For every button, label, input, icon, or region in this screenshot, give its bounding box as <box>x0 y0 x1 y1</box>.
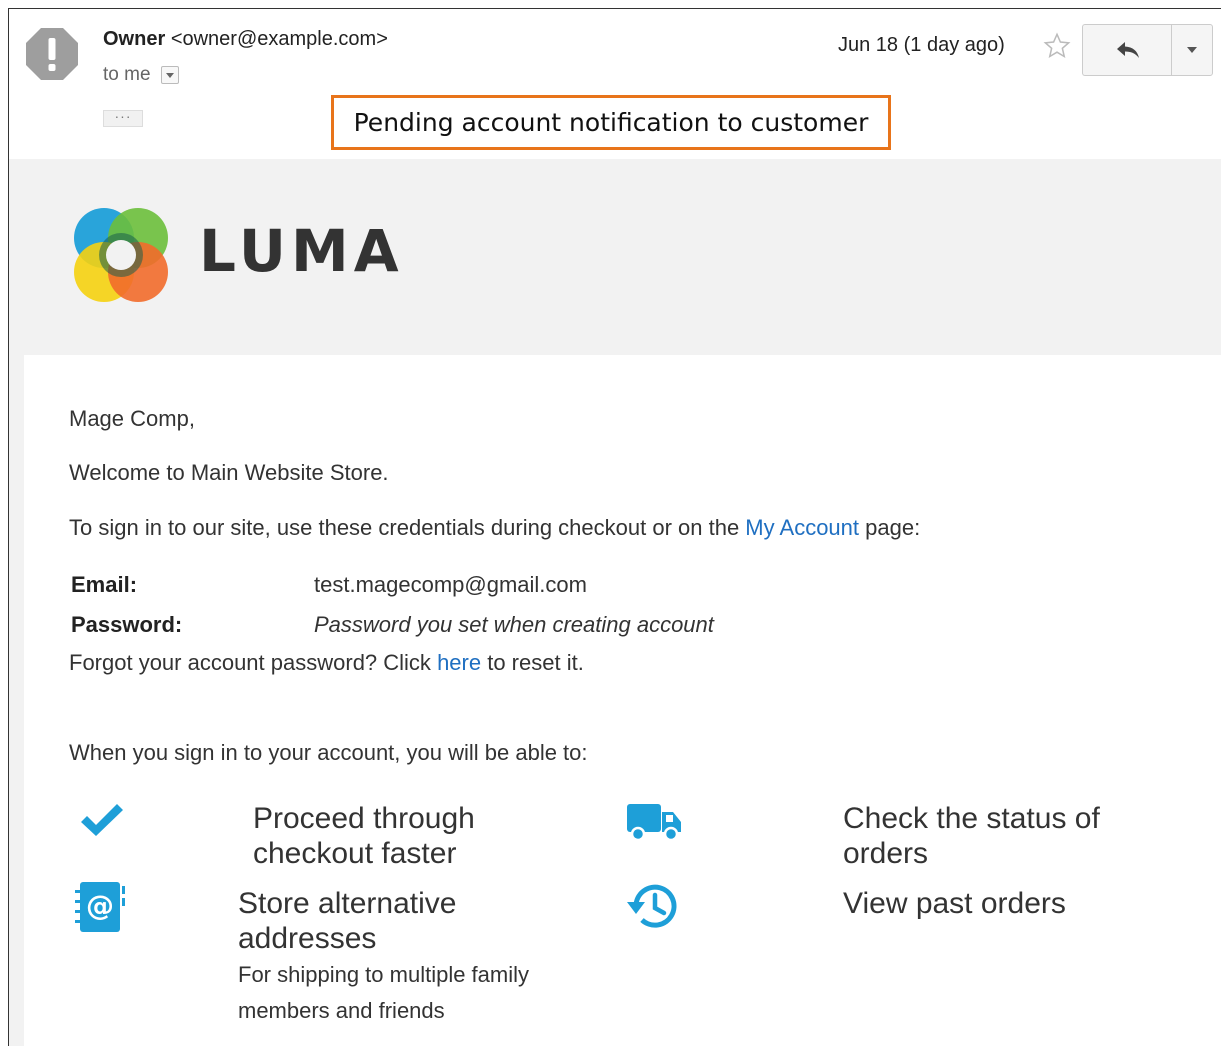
feature-checkout-line1: Proceed through <box>253 802 475 835</box>
signin-prefix: To sign in to our site, use these creden… <box>69 515 746 540</box>
reply-button[interactable] <box>1082 24 1172 76</box>
feature-addresses-sub2: members and friends <box>238 998 445 1023</box>
chevron-down-icon <box>1187 47 1197 53</box>
signin-instructions: To sign in to our site, use these creden… <box>69 515 920 541</box>
feature-checkout-title: Proceed through checkout faster <box>253 801 475 871</box>
feature-past-orders-title: View past orders <box>843 887 1066 920</box>
to-me-label: to me <box>103 64 151 85</box>
feature-addresses-line2: addresses <box>238 922 377 955</box>
feature-status-line2: orders <box>843 837 929 870</box>
sender-line[interactable]: Owner <owner@example.com> <box>103 28 388 51</box>
recipient-details-dropdown-icon[interactable] <box>160 66 179 84</box>
password-value: Password you set when creating account <box>314 612 714 637</box>
my-account-link[interactable]: My Account <box>745 515 859 540</box>
annotation-callout: Pending account notification to customer <box>331 95 891 150</box>
forgot-password-text: Forgot your account password? Click here… <box>69 650 584 676</box>
email-value-link[interactable]: test.magecomp@gmail.com <box>314 572 587 598</box>
history-icon <box>626 880 680 937</box>
able-to-text: When you sign in to your account, you wi… <box>69 740 588 765</box>
password-label: Password: <box>71 612 183 637</box>
sender-name: Owner <box>103 28 166 50</box>
greeting: Mage Comp, <box>69 406 195 431</box>
luma-logo-icon <box>71 205 171 305</box>
address-book-icon: @ <box>72 880 128 939</box>
feature-status-line1: Check the status of <box>843 802 1100 835</box>
email-logo-header: LUMA <box>9 159 1221 355</box>
feature-checkout-line2: checkout faster <box>253 837 457 870</box>
truck-icon <box>626 802 682 847</box>
checkmark-icon <box>78 800 124 847</box>
signin-suffix: page: <box>859 515 921 540</box>
email-body <box>24 355 1221 1046</box>
warning-avatar-icon <box>24 26 80 82</box>
svg-text:@: @ <box>86 889 114 922</box>
star-icon[interactable] <box>1043 32 1071 60</box>
feature-addresses-line1: Store alternative <box>238 887 457 920</box>
reply-icon <box>1116 42 1139 58</box>
forgot-suffix: to reset it. <box>481 650 584 675</box>
feature-status-title: Check the status of orders <box>843 801 1100 871</box>
recipient-line[interactable]: to me <box>103 64 179 86</box>
welcome-text: Welcome to Main Website Store. <box>69 460 389 485</box>
feature-addresses-sub1: For shipping to multiple family <box>238 962 530 987</box>
forgot-prefix: Forgot your account password? Click <box>69 650 438 675</box>
reset-password-link[interactable]: here <box>437 650 481 675</box>
show-trimmed-content-button[interactable]: ··· <box>103 109 143 127</box>
email-date: Jun 18 (1 day ago) <box>838 34 1005 56</box>
content-left-gutter <box>9 355 24 1046</box>
more-options-button[interactable] <box>1171 24 1213 76</box>
email-label: Email: <box>71 572 138 597</box>
feature-addresses-subtitle: For shipping to multiple family members … <box>238 957 529 1029</box>
sender-email: <owner@example.com> <box>170 28 388 50</box>
feature-addresses-title: Store alternative addresses <box>238 886 456 956</box>
luma-logo-text: LUMA <box>199 217 404 285</box>
